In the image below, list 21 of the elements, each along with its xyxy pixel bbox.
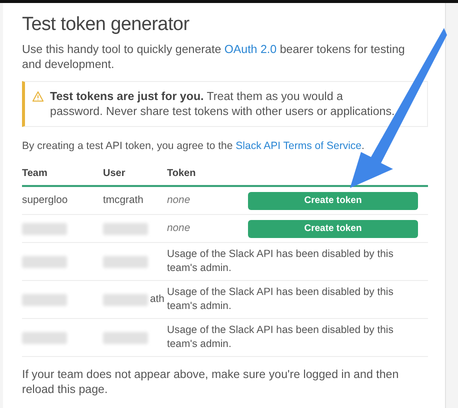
page-title: Test token generator: [22, 14, 190, 36]
disabled-message: Usage of the Slack API has been disabled by this team's admin.: [167, 286, 394, 314]
column-header: Token: [167, 168, 197, 178]
link[interactable]: Slack API Terms of Service: [236, 140, 362, 152]
create-token-button[interactable]: Create token: [248, 220, 418, 238]
token-value: none: [167, 195, 190, 206]
footer-text: If your team does not appear above, make sure you're logged in and then reload this page.: [22, 367, 400, 397]
warning-text: Test tokens are just for you. Treat them as you would a password. Never share test tokens with other users or applications.: [50, 89, 396, 119]
disabled-message: Usage of the Slack API has been disabled by this team's admin.: [167, 324, 394, 352]
link[interactable]: OAuth 2.0: [224, 43, 277, 56]
token-value: none: [167, 223, 190, 234]
table-cell: tmcgrath: [103, 195, 144, 206]
warning-icon: [32, 91, 44, 102]
disabled-message: Usage of the Slack API has been disabled by this team's admin.: [167, 248, 394, 276]
terms-text: By creating a test API token, you agree to the Slack API Terms of Service.: [22, 139, 366, 154]
intro-text: Use this handy tool to quickly generate OAuth 2.0 bearer tokens for testing and development.: [22, 42, 406, 72]
column-header: Team: [22, 168, 48, 178]
table-cell: ath: [150, 294, 164, 305]
table-cell: supergloo: [22, 195, 68, 206]
column-header: User: [103, 168, 126, 178]
create-token-button[interactable]: Create token: [248, 192, 418, 210]
